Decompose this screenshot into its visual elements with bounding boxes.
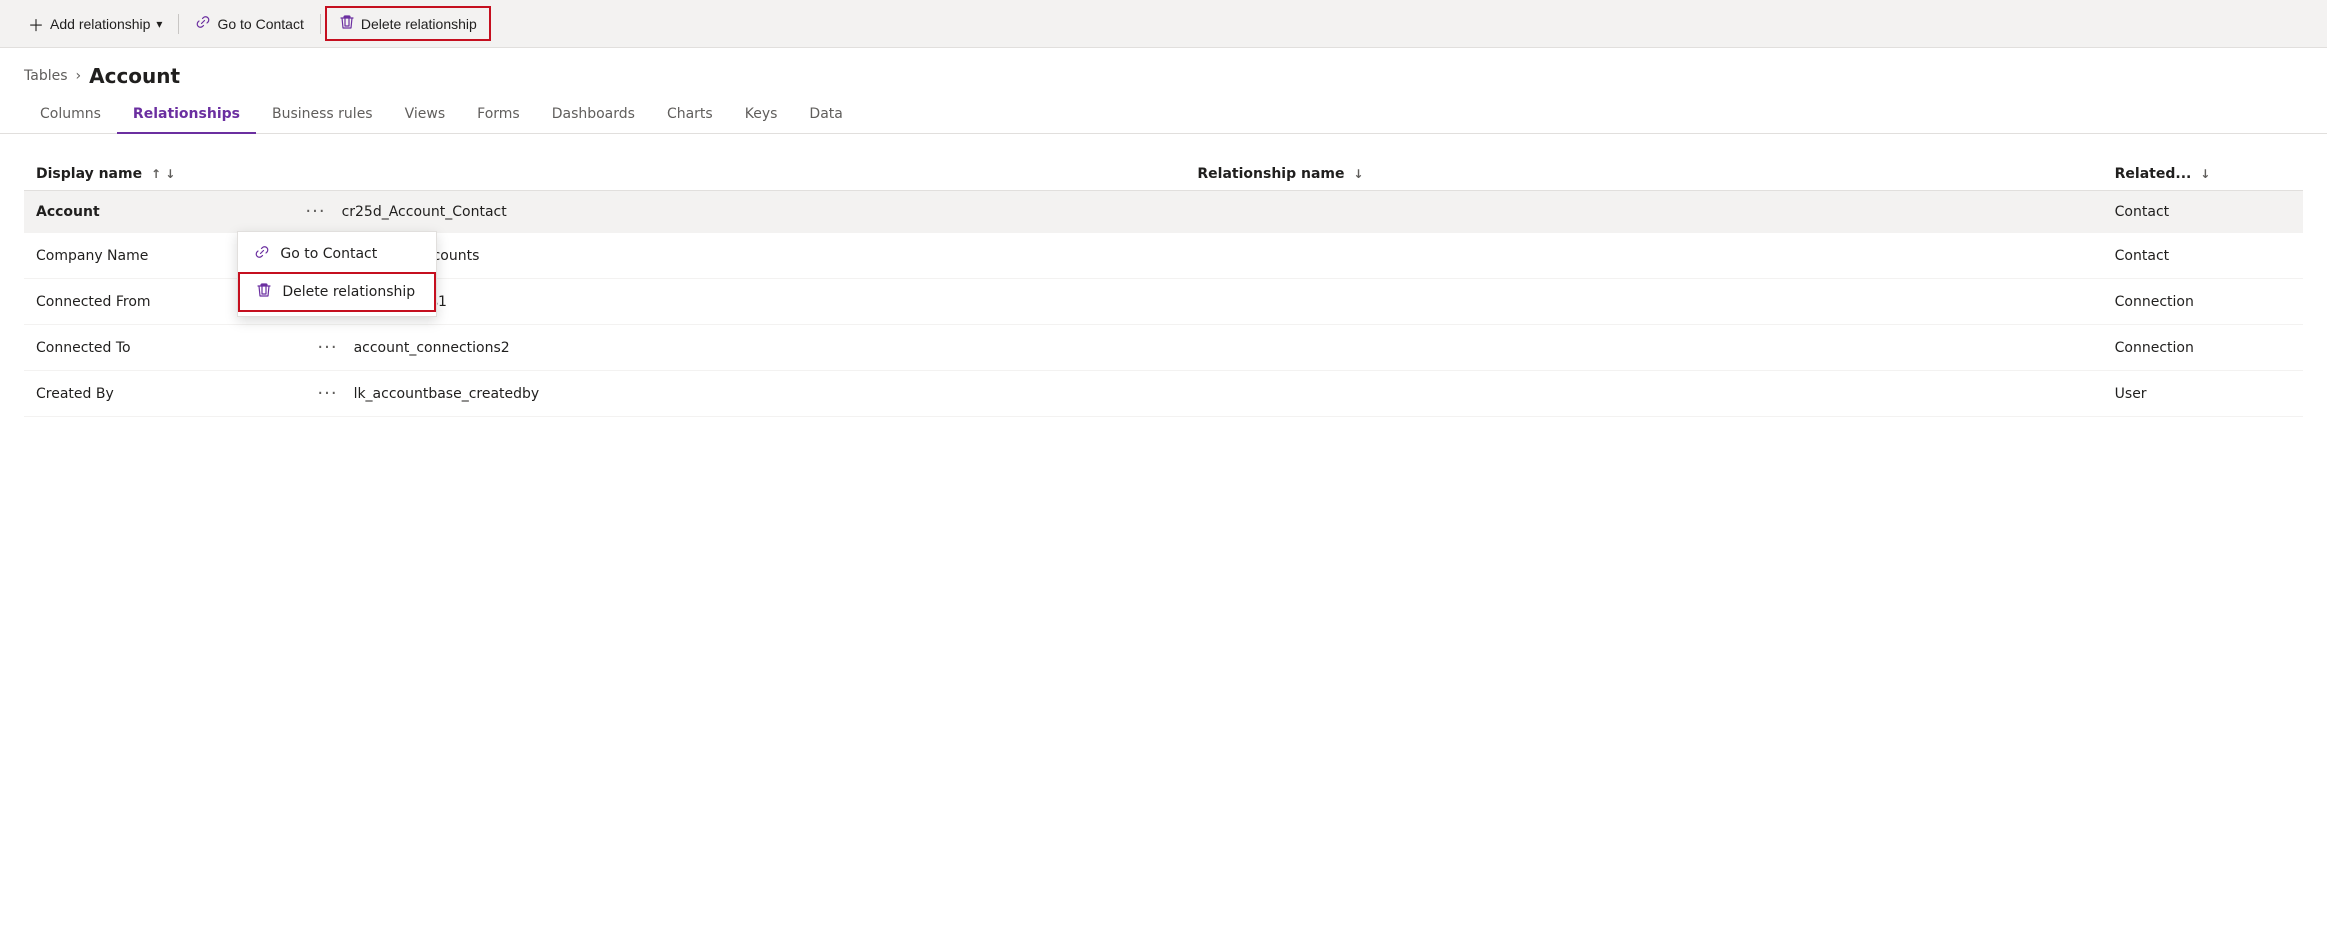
add-relationship-button[interactable]: ＋ Add relationship ▾ [16,6,174,42]
cell-related: Contact [2103,233,2303,279]
col-related[interactable]: Related... ↓ [2103,158,2303,191]
context-link-icon [254,244,270,264]
cell-relationship-name: ··· connections1 [297,279,2102,325]
cell-related: Connection [2103,279,2303,325]
tab-views[interactable]: Views [389,96,462,134]
cell-display-name: Connected To [24,325,297,371]
toolbar: ＋ Add relationship ▾ Go to Contact Delet… [0,0,2327,48]
cell-related: Contact [2103,191,2303,233]
trash-icon [339,14,355,33]
cell-display-name: Created By [24,371,297,417]
context-go-to-contact-label: Go to Contact [280,246,377,262]
more-options-icon[interactable]: ··· [309,335,345,360]
cell-relationship-name: ··· Go to Contact [297,191,2102,233]
more-menu-wrapper: ··· Go to Contact [297,201,333,222]
go-to-contact-label: Go to Contact [217,16,303,32]
tab-data[interactable]: Data [793,96,858,134]
sort-icons-related[interactable]: ↓ [2200,167,2210,181]
more-options-icon[interactable]: ··· [309,381,345,406]
add-dropdown-chevron-icon: ▾ [156,17,162,31]
breadcrumb-current-page: Account [89,64,180,88]
relationships-table: Display name ↑ ↓ Relationship name ↓ Rel… [24,158,2303,417]
col-relationship-name[interactable]: Relationship name ↓ [297,158,2102,191]
link-icon [195,14,211,33]
more-options-icon[interactable]: ··· [297,199,333,224]
plus-icon: ＋ [28,12,44,36]
cell-rel-name-text: account_connections2 [354,340,510,356]
cell-rel-name-text: cr25d_Account_Contact [342,204,507,220]
col-relationship-name-label: Relationship name [1197,166,1344,182]
tab-keys[interactable]: Keys [729,96,794,134]
tab-forms[interactable]: Forms [461,96,536,134]
cell-relationship-name: ··· lk_accountbase_createdby [297,371,2102,417]
col-display-name[interactable]: Display name ↑ ↓ [24,158,297,191]
toolbar-divider-1 [178,14,179,34]
col-display-name-label: Display name [36,166,142,182]
tab-bar: Columns Relationships Business rules Vie… [0,96,2327,134]
cell-rel-name-text: lk_accountbase_createdby [354,386,540,402]
col-related-label: Related... [2115,166,2192,182]
sort-icons-display-name[interactable]: ↑ ↓ [151,167,175,181]
tab-columns[interactable]: Columns [24,96,117,134]
table-body: Account ··· [24,191,2303,417]
delete-relationship-label: Delete relationship [361,16,477,32]
context-menu-delete-relationship[interactable]: Delete relationship [238,272,436,312]
sort-icons-relationship-name[interactable]: ↓ [1353,167,1363,181]
breadcrumb-separator: › [76,68,82,84]
context-menu: Go to Contact Delete relationship [237,231,437,317]
tab-relationships[interactable]: Relationships [117,96,256,134]
tab-dashboards[interactable]: Dashboards [536,96,651,134]
context-menu-go-to-contact[interactable]: Go to Contact [238,236,436,272]
cell-related: Connection [2103,325,2303,371]
table-header: Display name ↑ ↓ Relationship name ↓ Rel… [24,158,2303,191]
delete-relationship-button[interactable]: Delete relationship [325,6,491,41]
main-content: Display name ↑ ↓ Relationship name ↓ Rel… [0,134,2327,417]
tab-business-rules[interactable]: Business rules [256,96,389,134]
tab-charts[interactable]: Charts [651,96,729,134]
add-relationship-label: Add relationship [50,16,150,32]
table-row[interactable]: Account ··· [24,191,2303,233]
cell-display-name: Account [24,191,297,233]
cell-relationship-name: ··· account_connections2 [297,325,2102,371]
breadcrumb: Tables › Account [0,48,2327,92]
breadcrumb-tables-link[interactable]: Tables [24,68,68,84]
cell-related: User [2103,371,2303,417]
toolbar-divider-2 [320,14,321,34]
context-trash-icon [256,282,272,302]
go-to-contact-button[interactable]: Go to Contact [183,8,315,39]
table-row[interactable]: Created By ··· lk_accountbase_createdby … [24,371,2303,417]
table-row[interactable]: Connected To ··· account_connections2 Co… [24,325,2303,371]
context-delete-relationship-label: Delete relationship [282,284,415,300]
cell-relationship-name: ··· account_accounts [297,233,2102,279]
